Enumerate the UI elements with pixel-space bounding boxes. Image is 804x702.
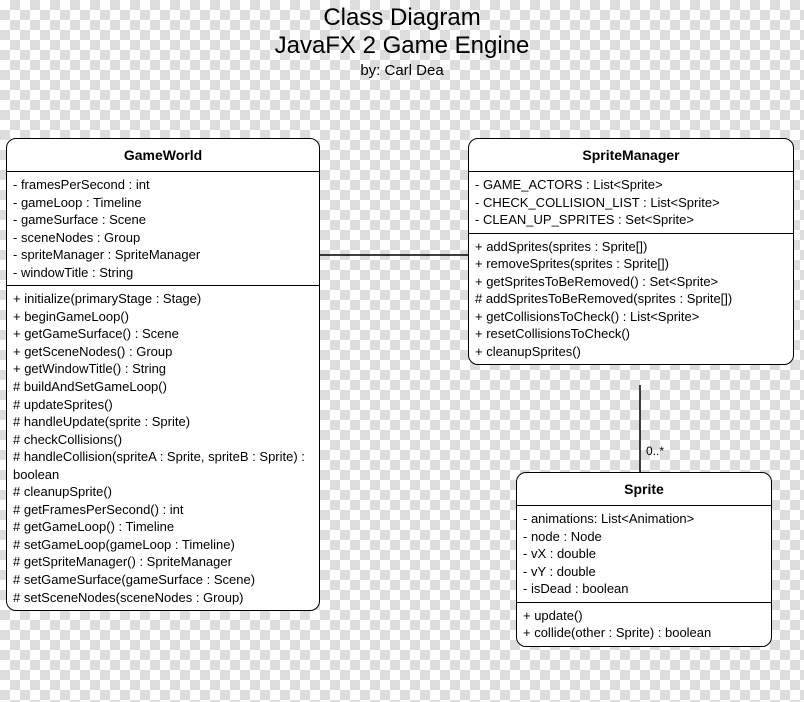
multiplicity-label: 0..* xyxy=(646,444,664,458)
class-name-gameworld: GameWorld xyxy=(7,139,319,172)
method-line: # getSpriteManager() : SpriteManager xyxy=(13,553,313,571)
class-name-sprite: Sprite xyxy=(517,473,771,506)
method-line: + beginGameLoop() xyxy=(13,308,313,326)
method-line: + resetCollisionsToCheck() xyxy=(475,325,787,343)
method-line: + removeSprites(sprites : Sprite[]) xyxy=(475,255,787,273)
attr-line: - vY : double xyxy=(523,563,765,581)
method-line: # addSpritesToBeRemoved(sprites : Sprite… xyxy=(475,290,787,308)
methods-spritemanager: + addSprites(sprites : Sprite[]) + remov… xyxy=(469,234,793,365)
diagram-header: Class Diagram JavaFX 2 Game Engine by: C… xyxy=(0,4,804,79)
diagram-title: Class Diagram xyxy=(0,4,804,32)
method-line: + getWindowTitle() : String xyxy=(13,360,313,378)
attr-line: - gameLoop : Timeline xyxy=(13,194,313,212)
method-line: # getGameLoop() : Timeline xyxy=(13,518,313,536)
diagram-subtitle: JavaFX 2 Game Engine xyxy=(0,32,804,60)
method-line: # getFramesPerSecond() : int xyxy=(13,501,313,519)
method-line: + getSceneNodes() : Group xyxy=(13,343,313,361)
attr-line: - spriteManager : SpriteManager xyxy=(13,246,313,264)
attributes-gameworld: - framesPerSecond : int - gameLoop : Tim… xyxy=(7,172,319,286)
method-line: + cleanupSprites() xyxy=(475,343,787,361)
attr-line: - GAME_ACTORS : List<Sprite> xyxy=(475,176,787,194)
attr-line: - sceneNodes : Group xyxy=(13,229,313,247)
attr-line: - windowTitle : String xyxy=(13,264,313,282)
attr-line: - isDead : boolean xyxy=(523,580,765,598)
method-line: # buildAndSetGameLoop() xyxy=(13,378,313,396)
method-line: # setSceneNodes(sceneNodes : Group) xyxy=(13,589,313,607)
attr-line: - framesPerSecond : int xyxy=(13,176,313,194)
methods-gameworld: + initialize(primaryStage : Stage) + beg… xyxy=(7,286,319,610)
methods-sprite: + update() + collide(other : Sprite) : b… xyxy=(517,603,771,646)
method-line: + update() xyxy=(523,607,765,625)
method-line: # updateSprites() xyxy=(13,396,313,414)
method-line: # setGameLoop(gameLoop : Timeline) xyxy=(13,536,313,554)
class-box-gameworld: GameWorld - framesPerSecond : int - game… xyxy=(6,138,320,611)
method-line: + initialize(primaryStage : Stage) xyxy=(13,290,313,308)
attr-line: - gameSurface : Scene xyxy=(13,211,313,229)
attr-line: - vX : double xyxy=(523,545,765,563)
method-line: + getSpritesToBeRemoved() : Set<Sprite> xyxy=(475,273,787,291)
method-line: # handleCollision(spriteA : Sprite, spri… xyxy=(13,448,313,483)
method-line: + getCollisionsToCheck() : List<Sprite> xyxy=(475,308,787,326)
diagram-byline: by: Carl Dea xyxy=(0,62,804,79)
method-line: # cleanupSprite() xyxy=(13,483,313,501)
attr-line: - CLEAN_UP_SPRITES : Set<Sprite> xyxy=(475,211,787,229)
method-line: # checkCollisions() xyxy=(13,431,313,449)
attr-line: - node : Node xyxy=(523,528,765,546)
method-line: + getGameSurface() : Scene xyxy=(13,325,313,343)
class-box-sprite: Sprite - animations: List<Animation> - n… xyxy=(516,472,772,647)
attr-line: - CHECK_COLLISION_LIST : List<Sprite> xyxy=(475,194,787,212)
attr-line: - animations: List<Animation> xyxy=(523,510,765,528)
attributes-spritemanager: - GAME_ACTORS : List<Sprite> - CHECK_COL… xyxy=(469,172,793,234)
method-line: # setGameSurface(gameSurface : Scene) xyxy=(13,571,313,589)
method-line: + collide(other : Sprite) : boolean xyxy=(523,624,765,642)
attributes-sprite: - animations: List<Animation> - node : N… xyxy=(517,506,771,603)
class-box-spritemanager: SpriteManager - GAME_ACTORS : List<Sprit… xyxy=(468,138,794,365)
diagram-canvas: Class Diagram JavaFX 2 Game Engine by: C… xyxy=(0,0,804,702)
method-line: + addSprites(sprites : Sprite[]) xyxy=(475,238,787,256)
method-line: # handleUpdate(sprite : Sprite) xyxy=(13,413,313,431)
class-name-spritemanager: SpriteManager xyxy=(469,139,793,172)
